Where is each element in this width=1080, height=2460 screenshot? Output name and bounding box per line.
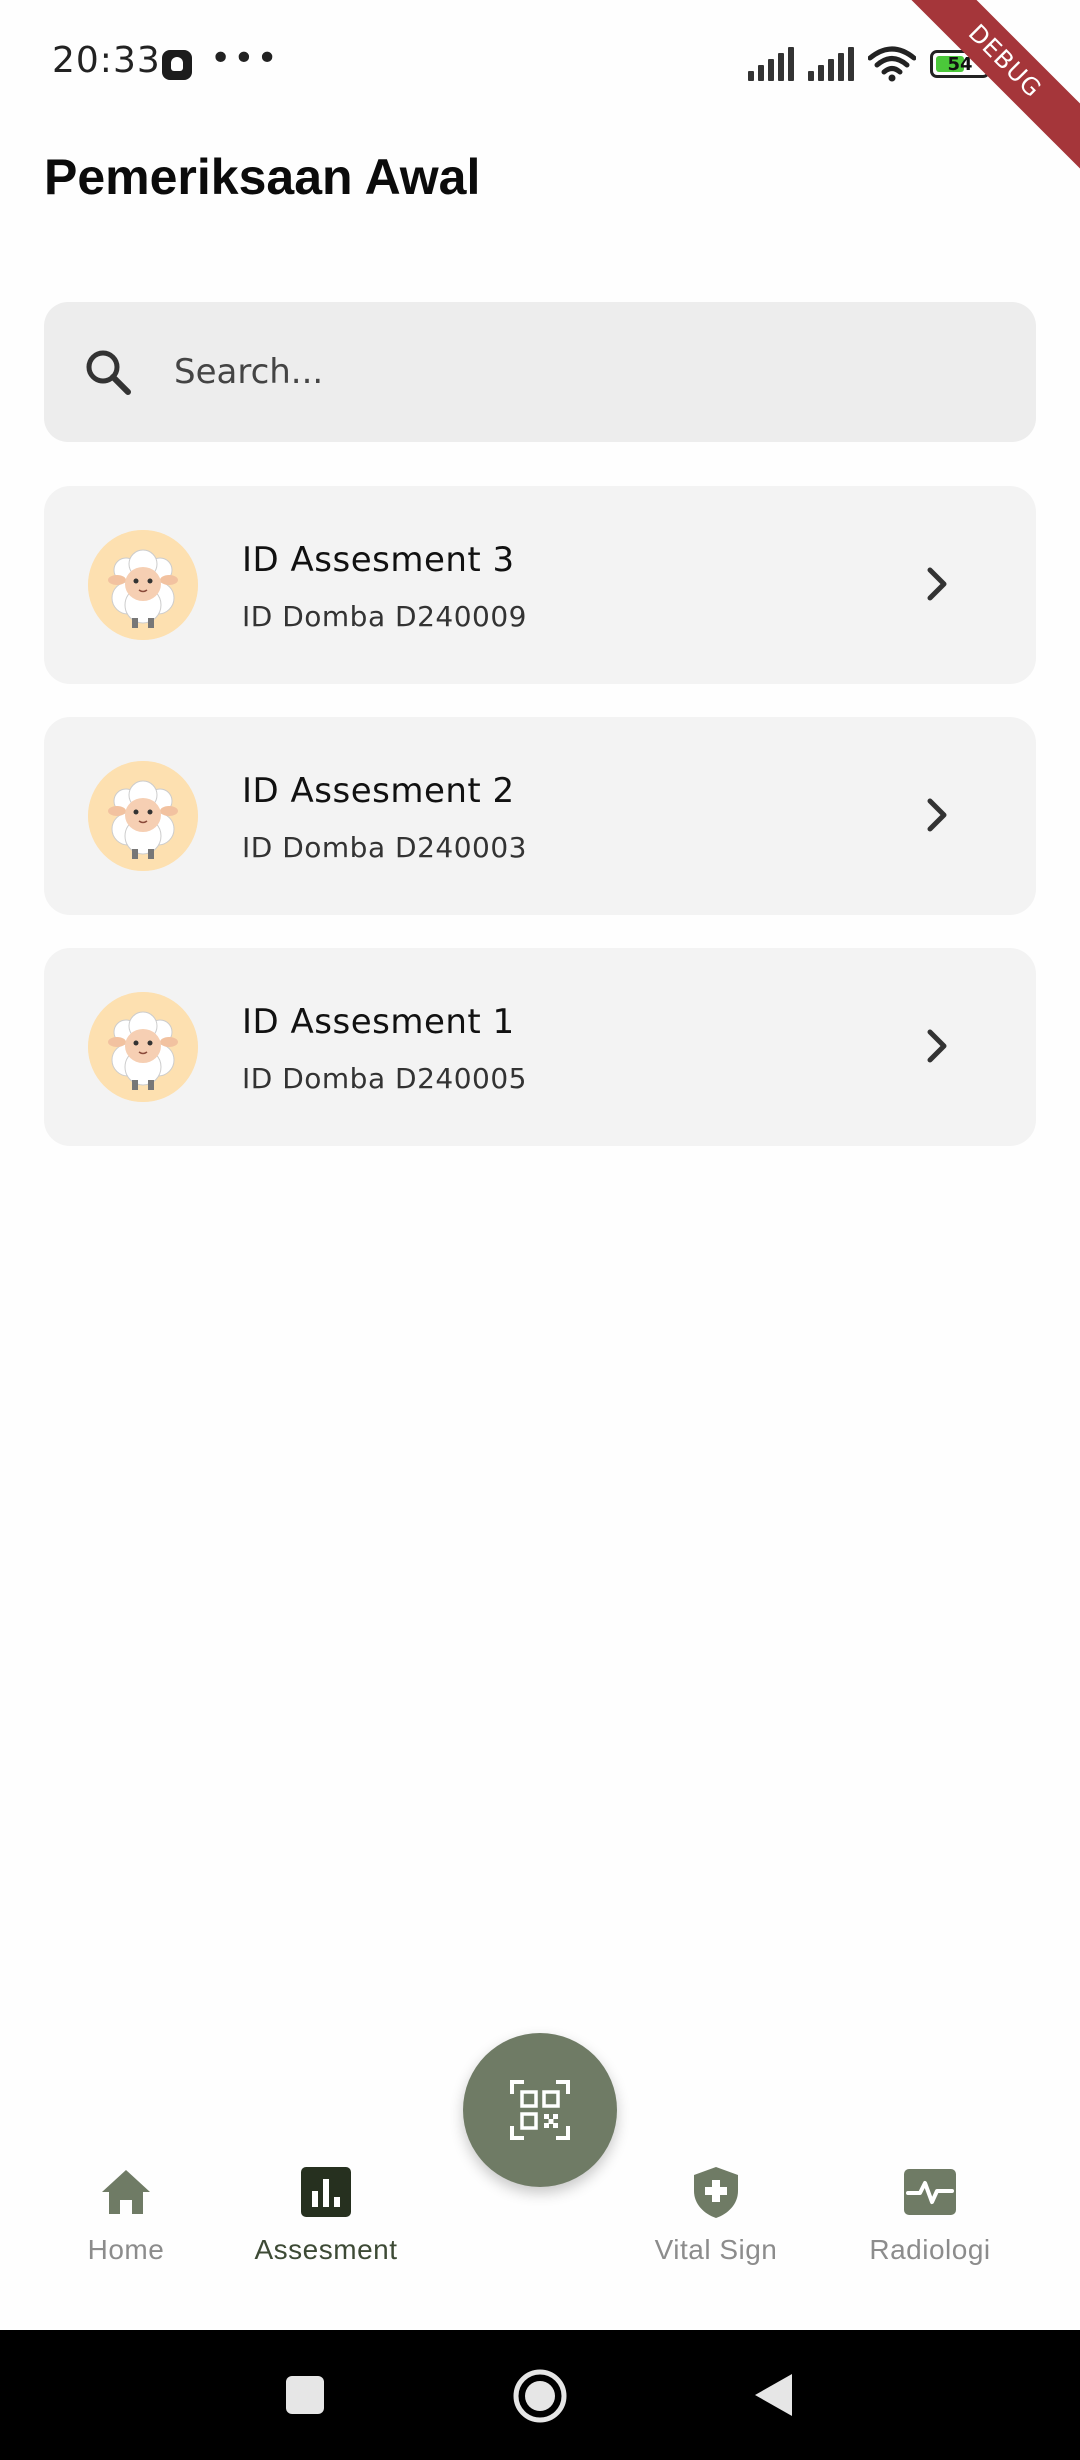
nav-label: Assesment (254, 2234, 398, 2265)
back-button[interactable] (752, 2372, 794, 2418)
nav-assesment[interactable]: Assesment (226, 2164, 426, 2284)
scan-qr-button[interactable] (463, 2033, 617, 2187)
home-icon (102, 2170, 150, 2214)
chevron-right-icon (927, 1029, 947, 1063)
signal-icon (808, 47, 854, 81)
sheep-id: ID Domba D240009 (242, 600, 527, 633)
assessment-title: ID Assesment 2 (242, 771, 515, 811)
nav-label: Vital Sign (654, 2234, 778, 2265)
sheep-avatar (88, 992, 198, 1102)
recents-button[interactable] (284, 2374, 326, 2416)
app-notification-icon (162, 50, 192, 80)
nav-radiologi[interactable]: Radiologi (830, 2164, 1030, 2284)
chevron-right-icon (927, 798, 947, 832)
search-bar[interactable] (44, 302, 1036, 442)
pulse-monitor-icon (904, 2169, 956, 2215)
sheep-avatar (88, 530, 198, 640)
status-time: 20:33 (52, 40, 161, 81)
home-button[interactable] (512, 2368, 568, 2424)
assessment-card[interactable]: ID Assesment 3 ID Domba D240009 (44, 486, 1036, 684)
sheep-id: ID Domba D240003 (242, 831, 527, 864)
qr-code-scan-icon (510, 2080, 570, 2140)
system-navigation-bar (0, 2330, 1080, 2460)
search-icon (86, 350, 131, 395)
assessment-title: ID Assesment 1 (242, 1002, 515, 1042)
chevron-right-icon (927, 567, 947, 601)
more-notifications-icon: ••• (210, 38, 280, 79)
status-indicators: 54 (748, 44, 995, 84)
sheep-id: ID Domba D240005 (242, 1062, 527, 1095)
nav-vital-sign[interactable]: Vital Sign (616, 2164, 816, 2284)
search-input[interactable] (174, 332, 994, 412)
status-bar: 20:33 ••• 54 DEBUG (0, 0, 1080, 180)
wifi-icon (868, 46, 916, 82)
nav-label: Home (87, 2234, 165, 2265)
debug-banner: DEBUG (886, 0, 1080, 180)
assessment-card[interactable]: ID Assesment 1 ID Domba D240005 (44, 948, 1036, 1146)
signal-icon (748, 47, 794, 81)
assessment-card[interactable]: ID Assesment 2 ID Domba D240003 (44, 717, 1036, 915)
shield-plus-icon (694, 2167, 738, 2218)
bar-chart-icon (301, 2167, 351, 2217)
sheep-avatar (88, 761, 198, 871)
assessment-title: ID Assesment 3 (242, 540, 515, 580)
nav-home[interactable]: Home (26, 2164, 226, 2284)
nav-label: Radiologi (869, 2234, 991, 2265)
page-title: Pemeriksaan Awal (44, 149, 481, 205)
